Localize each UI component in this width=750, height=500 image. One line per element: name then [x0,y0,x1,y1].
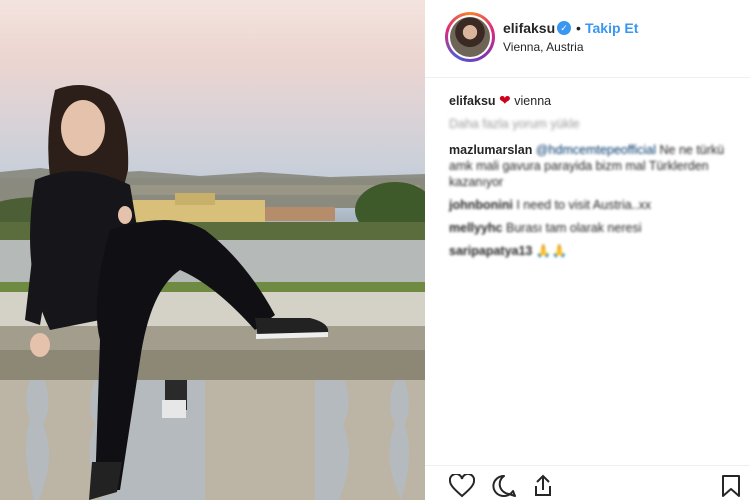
post-header: elifaksu ✓ • Takip Et Vienna, Austria [425,0,750,78]
avatar[interactable] [445,12,495,62]
comment-item: mellyyhc Burası tam olarak neresi [449,220,739,236]
comment-username[interactable]: johnbonini [449,198,513,212]
comment-username[interactable]: mellyyhc [449,221,503,235]
action-bar [425,465,750,500]
avatar-border [448,15,492,59]
comment-text: 🙏🙏 [535,244,568,258]
post-photo[interactable] [0,0,425,500]
verified-check-icon: ✓ [557,21,571,35]
caption-username[interactable]: elifaksu [449,94,496,108]
comment-item: mazlumarslan @hdmcemtepeofficial Ne ne t… [449,142,739,190]
share-icon[interactable] [531,474,555,500]
comment-text: Burası tam olarak neresi [506,221,642,235]
heart-icon[interactable] [448,472,476,500]
comment-text: I need to visit Austria..xx [516,198,652,212]
follow-button[interactable]: Takip Et [585,20,638,36]
comment-mention[interactable]: @hdmcemtepeofficial [536,143,656,157]
heart-emoji-icon: ❤ [499,92,511,108]
location-link[interactable]: Vienna, Austria [503,40,584,54]
comment-username[interactable]: saripapatya13 [449,244,532,258]
caption: elifaksu ❤ vienna [449,92,739,109]
comments-list: elifaksu ❤ vienna Daha fazla yorum yükle… [449,92,739,266]
load-more-comments-button[interactable]: Daha fazla yorum yükle [449,116,739,132]
username-link[interactable]: elifaksu [503,20,555,36]
bookmark-icon[interactable] [721,474,741,500]
avatar-image [450,17,490,57]
comment-username[interactable]: mazlumarslan [449,143,532,157]
post-side-panel: elifaksu ✓ • Takip Et Vienna, Austria el… [425,0,750,500]
comment-item: saripapatya13 🙏🙏 [449,243,739,259]
separator-dot: • [576,20,581,36]
caption-text: vienna [514,94,552,108]
photo-scene [0,85,425,500]
comment-item: johnbonini I need to visit Austria..xx [449,197,739,213]
comment-icon[interactable] [491,474,517,500]
